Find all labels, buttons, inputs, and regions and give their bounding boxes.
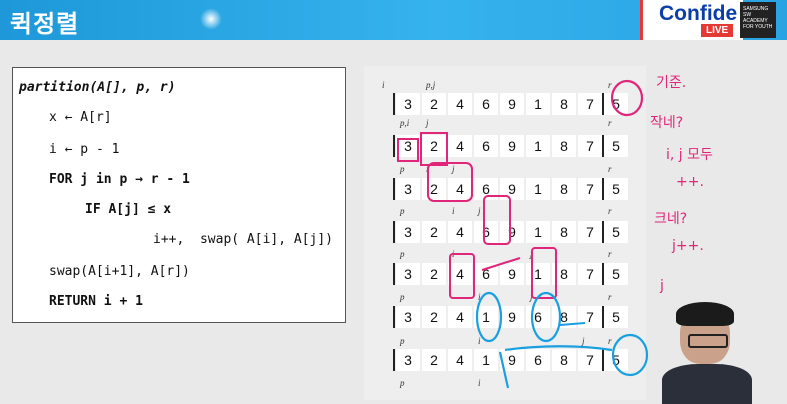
pivot-circle — [610, 79, 644, 117]
note-plusplus: ++. — [676, 174, 704, 190]
pen-annotations — [397, 79, 649, 389]
blue-pivot — [611, 333, 649, 377]
mark-4 — [449, 253, 475, 299]
mark-2 — [420, 132, 448, 166]
blue-mark-6 — [530, 291, 562, 343]
note-ij: i, j 모두 — [666, 147, 713, 163]
mark-6 — [483, 195, 511, 245]
note-jplusplus: j++. — [672, 238, 704, 254]
note-big: 크네? — [654, 211, 688, 227]
presenter-hair — [676, 302, 734, 326]
blue-range — [498, 345, 613, 389]
presenter-shirt — [662, 364, 752, 404]
presenter-webcam — [662, 300, 752, 404]
mark-3 — [397, 138, 419, 162]
blue-arrow — [559, 322, 586, 326]
note-j: j — [660, 278, 664, 294]
mark-1 — [531, 247, 557, 299]
note-pivot: 기준. — [656, 75, 687, 91]
presenter-glasses — [688, 334, 728, 348]
swap-arrow — [481, 257, 521, 271]
blue-mark-1 — [475, 291, 503, 343]
note-small: 작네? — [650, 115, 684, 131]
mark-2-4 — [427, 162, 473, 202]
